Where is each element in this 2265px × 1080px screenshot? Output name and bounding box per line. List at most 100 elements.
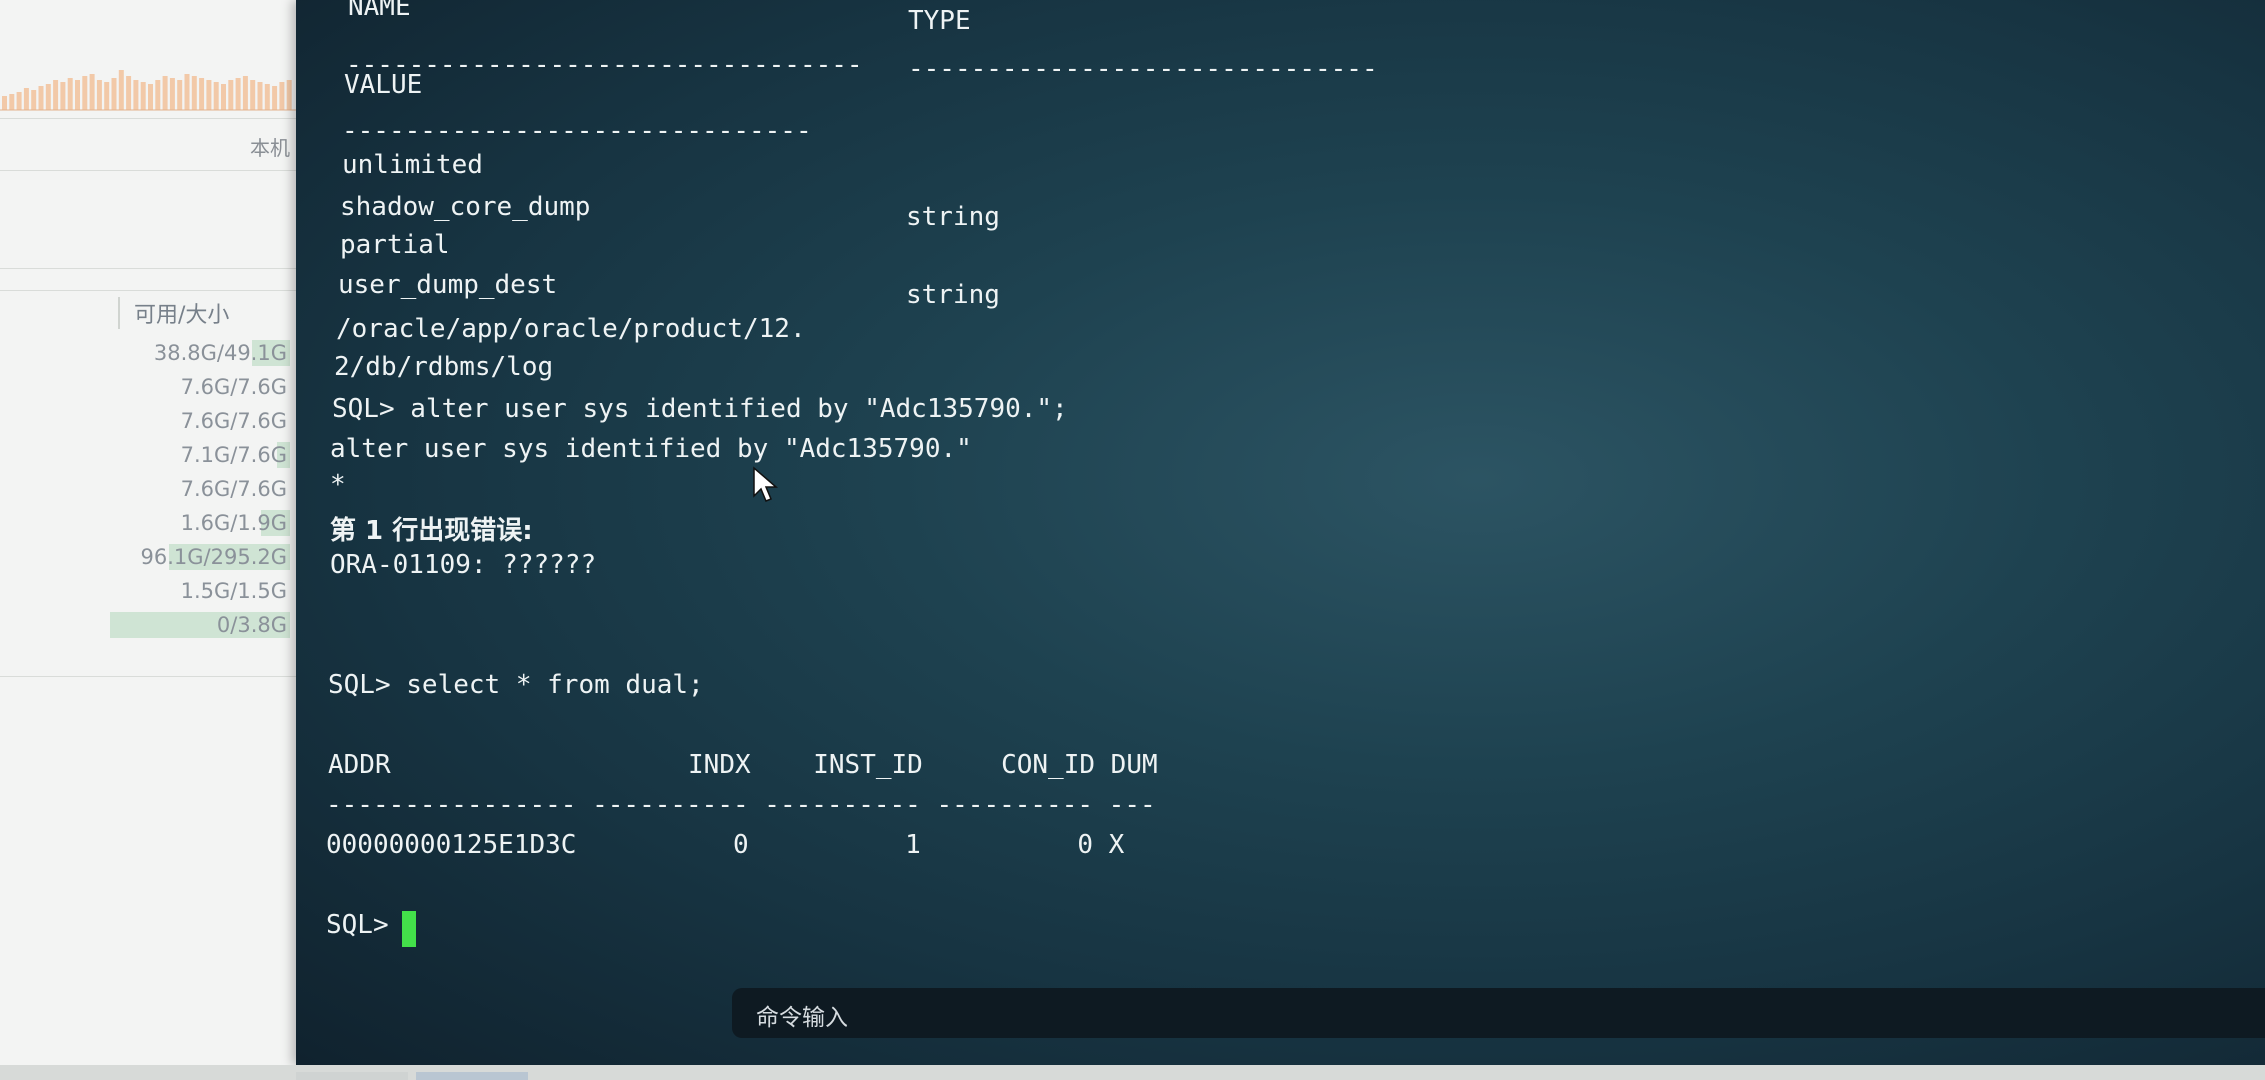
disk-row[interactable]: 1.6G/1.9G (110, 506, 290, 540)
disk-list: 38.8G/49.1G 7.6G/7.6G 7.6G/7.6G 7.1G/7.6G 7.… (110, 336, 290, 642)
sql-prompt: SQL> (326, 910, 405, 940)
sparkline-bar (169, 78, 175, 110)
sparkline-bar (221, 84, 226, 110)
sparkline-bar (133, 80, 139, 110)
sparkline-bar (53, 80, 59, 110)
sparkline-bar (148, 84, 153, 110)
sql-command: SQL> alter user sys identified by "Adc13… (332, 394, 1068, 424)
screen: 本机 可用/大小 38.8G/49.1G 7.6G/7.6G 7.6G/7.6G 7.… (0, 0, 2265, 1080)
error-code: ORA-01109: ?????? (330, 550, 597, 580)
sparkline-bar (118, 70, 124, 110)
sparkline-bar (213, 82, 219, 110)
disk-usage-value: 96.1G/295.2G (140, 545, 288, 569)
mouse-pointer-icon (753, 466, 779, 502)
dash-name: --------------------------------- (346, 50, 863, 80)
sparkline-bar (264, 84, 270, 110)
terminal-window[interactable]: NAME TYPE ------------------------------… (296, 0, 2265, 1065)
sparkline-bar (257, 82, 263, 110)
param-value: /oracle/app/oracle/product/12. (336, 314, 806, 344)
command-input-label: 命令输入 (756, 1005, 848, 1031)
param-name: shadow_core_dump (340, 192, 591, 222)
left-panel: 本机 可用/大小 38.8G/49.1G 7.6G/7.6G 7.6G/7.6G 7.… (0, 0, 300, 1080)
disk-usage-value: 7.6G/7.6G (180, 409, 287, 433)
disk-usage-value: 38.8G/49.1G (153, 341, 287, 365)
sparkline-bar (23, 88, 29, 110)
sparkline-bar (16, 92, 22, 110)
sparkline-bar (177, 80, 183, 110)
param-value-cont: 2/db/rdbms/log (334, 352, 554, 382)
sparkline-bar (250, 80, 256, 110)
divider (0, 290, 300, 291)
local-machine-label: 本机 (250, 136, 290, 160)
sparkline-bar (228, 80, 234, 110)
sparkline-bar (38, 86, 44, 110)
disk-row[interactable]: 7.6G/7.6G (110, 370, 290, 404)
disk-row[interactable]: 7.6G/7.6G (110, 404, 290, 438)
output-line: unlimited (342, 150, 483, 180)
sparkline-bar (140, 82, 146, 110)
sparkline-bar (242, 76, 248, 110)
header-value: VALUE (344, 70, 423, 100)
disk-usage-value: 7.1G/7.6G (180, 443, 287, 467)
table-row: 00000000125E1D3C 0 1 0 X (326, 830, 1125, 860)
sparkline-bar (286, 80, 292, 110)
sparkline-bar (155, 80, 161, 110)
disk-usage-value: 1.6G/1.9G (180, 511, 287, 535)
disk-row[interactable]: 0/3.8G (110, 608, 290, 642)
sparkline-bar (272, 86, 278, 110)
disk-usage-value: 1.5G/1.5G (180, 579, 287, 603)
divider (0, 676, 300, 677)
disk-row[interactable]: 96.1G/295.2G (110, 540, 290, 574)
divider (0, 268, 300, 269)
sparkline-bar (111, 78, 117, 110)
disk-usage-value: 7.6G/7.6G (180, 477, 287, 501)
sparkline-bar (191, 76, 197, 110)
disk-column-header[interactable]: 可用/大小 (118, 297, 298, 329)
sql-command: SQL> select * from dual; (328, 670, 704, 700)
divider (0, 170, 300, 171)
disk-usage-value: 0/3.8G (216, 613, 287, 637)
sparkline-bar (75, 80, 80, 110)
sql-echo: alter user sys identified by "Adc135790.… (330, 434, 972, 464)
dash-value: ------------------------------ (342, 116, 812, 146)
sparkline-bar (96, 80, 102, 110)
param-name: user_dump_dest (338, 270, 558, 300)
sparkline-bar (89, 74, 95, 110)
sparkline-bar (82, 76, 88, 110)
command-input-bar[interactable]: 命令输入 (732, 988, 2265, 1038)
sparkline-bar (235, 78, 241, 110)
sparkline-bar (104, 82, 110, 110)
text-cursor (402, 911, 416, 947)
sparkline-bar (184, 74, 190, 110)
sparkline-bar (9, 94, 15, 110)
disk-row[interactable]: 38.8G/49.1G (110, 336, 290, 370)
disk-row[interactable]: 1.5G/1.5G (110, 574, 290, 608)
header-type: TYPE (908, 6, 971, 36)
bottom-tab[interactable] (296, 1072, 408, 1080)
param-type: string (906, 280, 1000, 310)
table-header: ADDR INDX INST_ID CON_ID DUM (328, 750, 1158, 780)
error-marker: * (330, 470, 346, 500)
disk-row[interactable]: 7.1G/7.6G (110, 438, 290, 472)
sparkline-bar (279, 82, 285, 110)
cpu-sparkline (0, 70, 300, 111)
sparkline-bar (2, 96, 7, 110)
table-dashes: ---------------- ---------- ---------- -… (326, 790, 1156, 820)
sparkline-bar (45, 84, 51, 110)
sparkline-bar (126, 76, 132, 110)
sparkline-bar (31, 90, 37, 110)
sparkline-bar (199, 78, 205, 110)
param-type: string (906, 202, 1000, 232)
sparkline-bar (162, 76, 168, 110)
sparkline-bar (206, 80, 212, 110)
param-value: partial (340, 230, 450, 260)
error-message: 第 1 行出现错误: (330, 516, 533, 546)
header-name: NAME (348, 0, 411, 22)
disk-usage-value: 7.6G/7.6G (180, 375, 287, 399)
dash-type: ------------------------------ (908, 54, 1378, 84)
disk-row[interactable]: 7.6G/7.6G (110, 472, 290, 506)
bottom-tab-active[interactable] (416, 1072, 528, 1080)
divider (0, 118, 300, 119)
sparkline-bar (67, 78, 73, 110)
sparkline-bar (60, 82, 66, 110)
